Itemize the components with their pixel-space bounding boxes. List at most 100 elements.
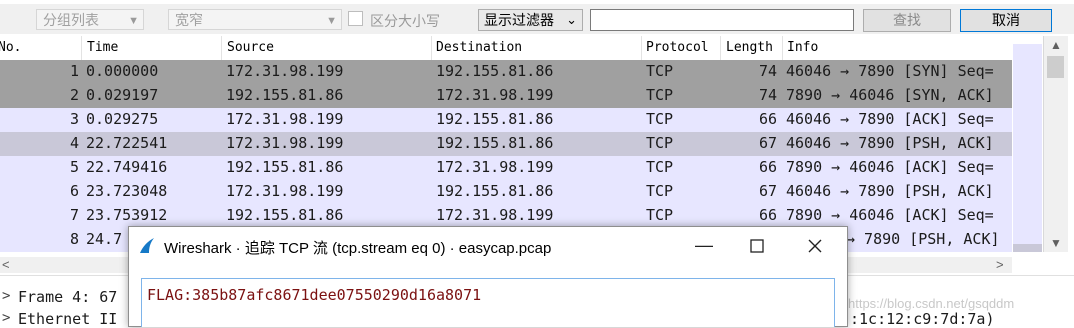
- table-row[interactable]: 4 22.722541 172.31.98.199 192.155.81.86 …: [0, 132, 1012, 156]
- cell-length: 74: [759, 62, 778, 80]
- chevron-right-icon[interactable]: >: [996, 257, 1004, 272]
- column-time[interactable]: Time: [87, 40, 118, 55]
- cell-protocol: TCP: [646, 182, 674, 200]
- cell-no: 6: [70, 182, 80, 200]
- packet-list-header: No. Time Source Destination Protocol Len…: [0, 36, 1012, 61]
- column-protocol[interactable]: Protocol: [646, 40, 709, 55]
- table-row[interactable]: 7 23.753912 192.155.81.86 172.31.98.199 …: [0, 204, 1012, 228]
- cell-destination: 172.31.98.199: [436, 206, 554, 224]
- cell-no: 8: [70, 230, 80, 248]
- maximize-icon[interactable]: [750, 239, 764, 253]
- cell-protocol: TCP: [646, 86, 674, 104]
- case-sensitive-label: 区分大小写: [370, 13, 440, 29]
- cell-no: 4: [70, 134, 80, 152]
- cell-destination: 192.155.81.86: [436, 182, 554, 200]
- cell-length: 67: [759, 134, 778, 152]
- detail-frame[interactable]: Frame 4: 67: [18, 288, 117, 306]
- cell-no: 5: [70, 158, 80, 176]
- cell-info: 46046 → 7890 [PSH, ACK]: [786, 134, 994, 152]
- cancel-button[interactable]: 取消: [960, 9, 1052, 32]
- dialog-title: Wireshark · 追踪 TCP 流 (tcp.stream eq 0) ·…: [164, 240, 552, 257]
- cell-no: 2: [70, 86, 80, 104]
- filter-type-label: 显示过滤器: [484, 12, 554, 28]
- cell-info: 7890 → 46046 [ACK] Seq=: [786, 158, 994, 176]
- table-row[interactable]: 5 22.749416 192.155.81.86 172.31.98.199 …: [0, 156, 1012, 180]
- cell-protocol: TCP: [646, 134, 674, 152]
- watermark: https://blog.csdn.net/gsqddm: [848, 296, 1015, 311]
- column-source[interactable]: Source: [227, 40, 274, 55]
- cell-length: 67: [759, 182, 778, 200]
- chevron-down-icon: ▼: [326, 15, 337, 27]
- cell-no: 3: [70, 110, 80, 128]
- wireshark-fin-icon: [140, 238, 154, 253]
- cell-time: 24.7: [86, 230, 123, 248]
- cell-destination: 192.155.81.86: [436, 110, 554, 128]
- cell-time: 23.753912: [86, 206, 168, 224]
- cell-destination: 172.31.98.199: [436, 86, 554, 104]
- find-button[interactable]: 查找: [863, 9, 951, 32]
- follow-tcp-stream-dialog: Wireshark · 追踪 TCP 流 (tcp.stream eq 0) ·…: [128, 226, 848, 327]
- cell-time: 23.723048: [86, 182, 168, 200]
- scroll-thumb[interactable]: [1047, 56, 1064, 78]
- chevron-right-icon[interactable]: >: [2, 288, 10, 304]
- cell-no: 7: [70, 206, 80, 224]
- cell-info: → 7890 [PSH, ACK]: [846, 230, 1000, 248]
- stream-flag-text: FLAG:385b87afc8671dee07550290d16a8071: [147, 286, 482, 304]
- chevron-down-icon[interactable]: ▼: [1044, 236, 1068, 250]
- cell-info: 46046 → 7890 [PSH, ACK]: [786, 182, 994, 200]
- table-row[interactable]: 3 0.029275 172.31.98.199 192.155.81.86 T…: [0, 108, 1012, 132]
- cell-source: 192.155.81.86: [226, 206, 344, 224]
- cell-destination: 192.155.81.86: [436, 134, 554, 152]
- cell-length: 66: [759, 206, 778, 224]
- chevron-up-icon[interactable]: ▲: [1044, 38, 1068, 52]
- cell-length: 74: [759, 86, 778, 104]
- column-info[interactable]: Info: [787, 40, 818, 55]
- cell-protocol: TCP: [646, 110, 674, 128]
- chevron-down-icon: ⌄: [566, 12, 577, 27]
- cell-time: 22.749416: [86, 158, 168, 176]
- minimize-icon[interactable]: —: [695, 235, 713, 256]
- filter-type-dropdown[interactable]: 显示过滤器 ⌄: [478, 9, 583, 31]
- cell-info: 46046 → 7890 [ACK] Seq=: [786, 110, 994, 128]
- cell-info: 46046 → 7890 [SYN] Seq=: [786, 62, 994, 80]
- cell-destination: 172.31.98.199: [436, 158, 554, 176]
- cell-info: 7890 → 46046 [SYN, ACK]: [786, 86, 994, 104]
- cell-length: 66: [759, 110, 778, 128]
- chevron-right-icon[interactable]: >: [2, 310, 10, 326]
- cell-source: 172.31.98.199: [226, 62, 344, 80]
- column-destination[interactable]: Destination: [436, 40, 522, 55]
- cell-time: 0.029275: [86, 110, 159, 128]
- cell-time: 0.029197: [86, 86, 159, 104]
- table-row[interactable]: 6 23.723048 172.31.98.199 192.155.81.86 …: [0, 180, 1012, 204]
- search-input[interactable]: [590, 9, 854, 31]
- find-toolbar: 分组列表 ▼ 宽窄 ▼ 区分大小写 显示过滤器 ⌄ 查找 取消: [0, 4, 1074, 34]
- table-row[interactable]: 1 0.000000 172.31.98.199 192.155.81.86 T…: [0, 60, 1012, 84]
- detail-ethernet[interactable]: Ethernet II: [18, 310, 117, 328]
- dialog-title-bar[interactable]: Wireshark · 追踪 TCP 流 (tcp.stream eq 0) ·…: [129, 227, 847, 267]
- packet-minimap[interactable]: [1013, 36, 1042, 252]
- group-list-select[interactable]: 分组列表 ▼: [36, 9, 144, 30]
- close-icon[interactable]: [808, 239, 822, 253]
- cell-info: 7890 → 46046 [ACK] Seq=: [786, 206, 994, 224]
- packet-list-vscrollbar[interactable]: ▲ ▼: [1043, 36, 1068, 252]
- chevron-left-icon[interactable]: <: [2, 257, 10, 272]
- cell-source: 172.31.98.199: [226, 134, 344, 152]
- cell-no: 1: [70, 62, 80, 80]
- cell-protocol: TCP: [646, 158, 674, 176]
- cell-protocol: TCP: [646, 206, 674, 224]
- packet-list: 1 0.000000 172.31.98.199 192.155.81.86 T…: [0, 60, 1012, 252]
- chevron-down-icon: ▼: [128, 15, 139, 27]
- case-sensitive-checkbox[interactable]: [348, 11, 363, 26]
- column-length[interactable]: Length: [726, 40, 773, 55]
- group-list-label: 分组列表: [43, 12, 99, 28]
- cell-source: 192.155.81.86: [226, 86, 344, 104]
- cell-source: 192.155.81.86: [226, 158, 344, 176]
- cell-length: 66: [759, 158, 778, 176]
- column-no[interactable]: No.: [0, 40, 21, 55]
- cell-destination: 192.155.81.86: [436, 62, 554, 80]
- width-select[interactable]: 宽窄 ▼: [168, 9, 342, 30]
- table-row[interactable]: 2 0.029197 192.155.81.86 172.31.98.199 T…: [0, 84, 1012, 108]
- cell-time: 0.000000: [86, 62, 159, 80]
- width-select-label: 宽窄: [175, 12, 203, 28]
- stream-content-area[interactable]: FLAG:385b87afc8671dee07550290d16a8071: [141, 278, 835, 327]
